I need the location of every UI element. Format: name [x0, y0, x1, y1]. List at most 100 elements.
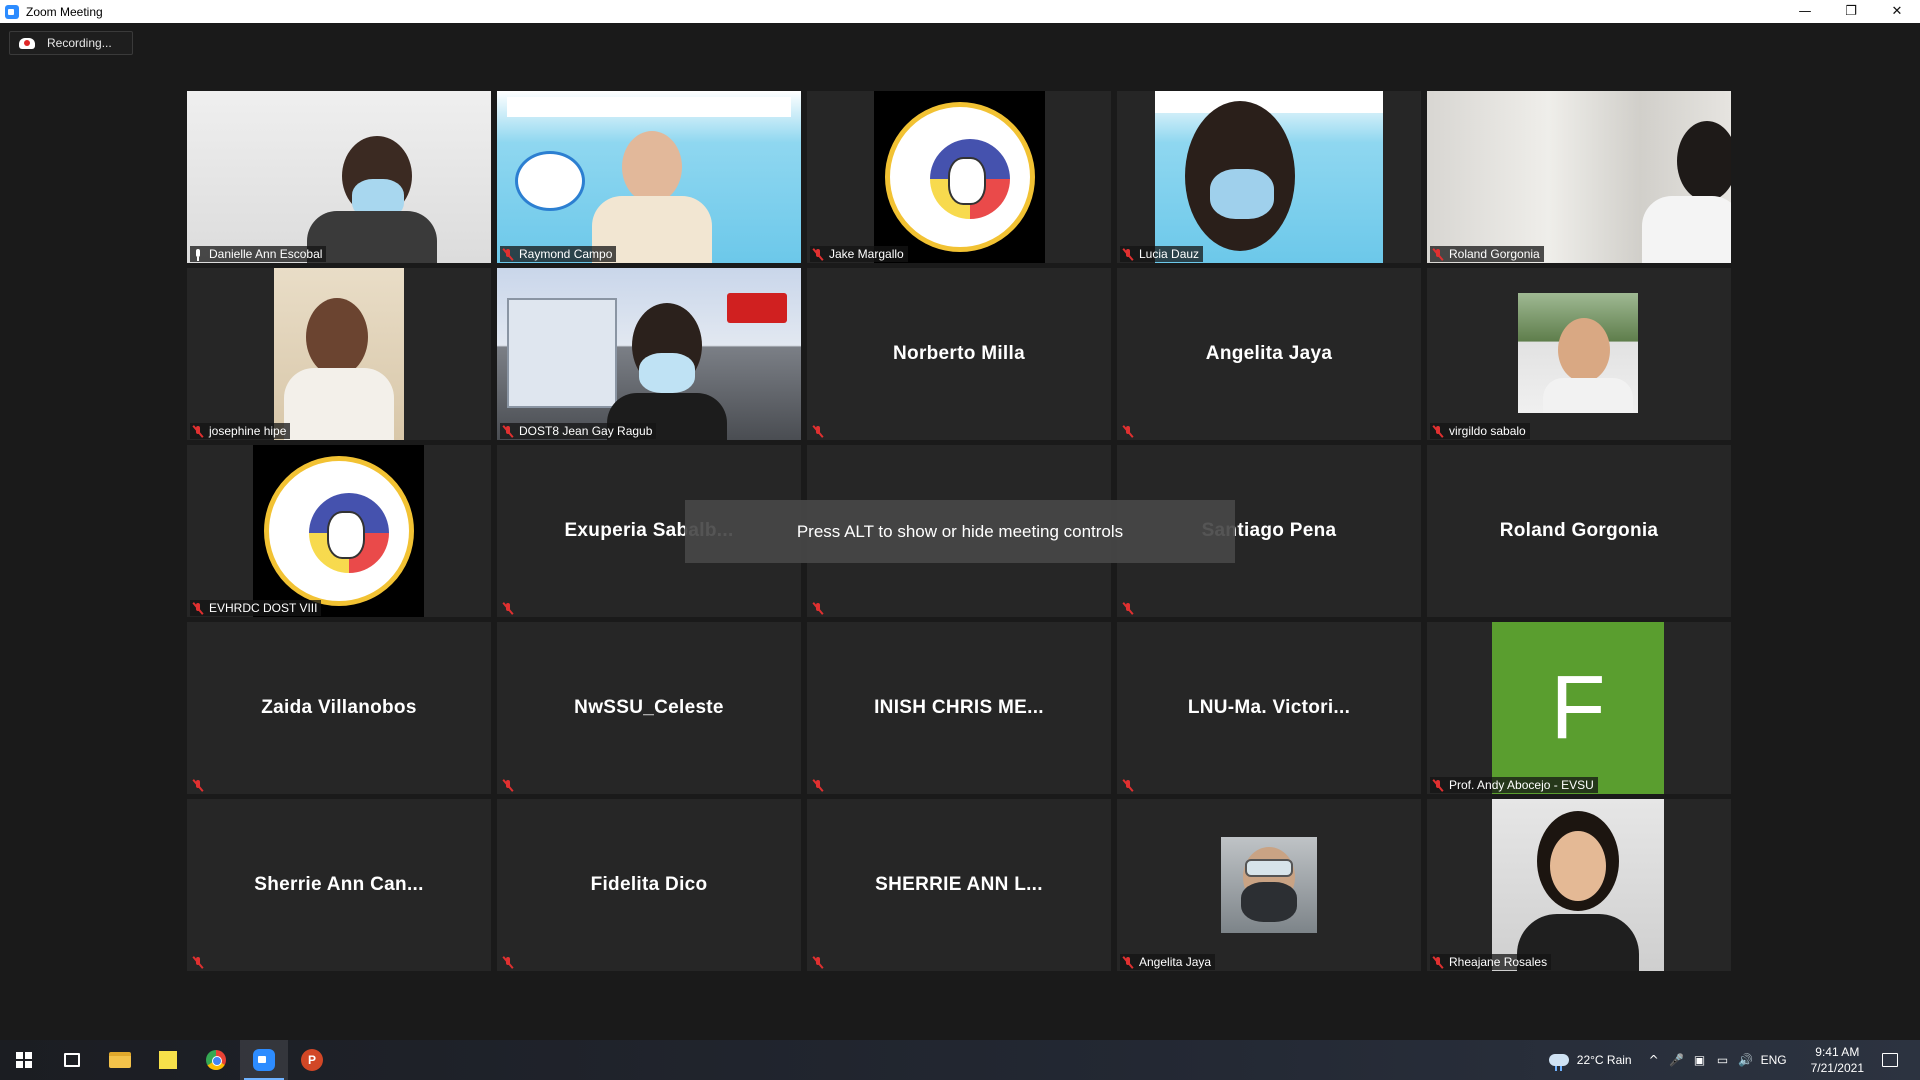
microphone-muted-icon: [192, 779, 204, 792]
sticky-notes-icon: [159, 1051, 177, 1069]
participant-tile[interactable]: Angelita Jaya: [1117, 268, 1421, 440]
participant-status: [810, 777, 833, 793]
chrome-icon: [206, 1050, 226, 1070]
microphone-muted-icon: [812, 425, 824, 438]
close-button[interactable]: ✕: [1874, 0, 1920, 23]
microphone-muted-icon: [812, 956, 824, 969]
microphone-muted-icon: [192, 602, 204, 615]
microphone-muted-icon: [1432, 425, 1444, 438]
participant-tile[interactable]: Norberto Milla: [807, 268, 1111, 440]
microphone-muted-icon: [192, 425, 204, 438]
participant-status: [810, 600, 833, 616]
participant-tile[interactable]: Rheajane Rosales: [1427, 799, 1731, 971]
participant-tile[interactable]: Lucia Dauz: [1117, 91, 1421, 263]
evhrdc-logo: [884, 102, 1035, 252]
microphone-muted-icon: [1122, 425, 1134, 438]
participant-tile[interactable]: EVHRDC DOST VIII: [187, 445, 491, 617]
participant-tile[interactable]: Roland Gorgonia: [1427, 91, 1731, 263]
participant-status: [810, 423, 833, 439]
participant-display-name: Norberto Milla: [893, 343, 1025, 364]
network-icon[interactable]: ▭: [1715, 1040, 1731, 1080]
notifications-icon[interactable]: [1882, 1053, 1898, 1067]
chrome-button[interactable]: [192, 1040, 240, 1080]
participant-video: [187, 91, 491, 263]
zoom-taskbar-button[interactable]: [240, 1040, 288, 1080]
participant-tile[interactable]: Fidelita Dico: [497, 799, 801, 971]
microphone-muted-icon: [502, 602, 514, 615]
task-view-icon: [64, 1053, 80, 1067]
participant-video: [1155, 91, 1383, 263]
participant-status: [500, 600, 523, 616]
participant-name-label: Angelita Jaya: [1120, 954, 1216, 970]
microphone-tray-icon[interactable]: 🎤: [1669, 1040, 1685, 1080]
participant-video: [1427, 91, 1731, 263]
zoom-icon: [253, 1049, 275, 1071]
minimize-button[interactable]: —: [1782, 0, 1828, 23]
window-title: Zoom Meeting: [26, 4, 103, 19]
participant-tile[interactable]: virgildo sabalo: [1427, 268, 1731, 440]
microphone-icon: [192, 248, 204, 261]
volume-icon[interactable]: 🔊: [1738, 1040, 1754, 1080]
windows-logo-icon: [16, 1052, 32, 1068]
recording-indicator[interactable]: Recording...: [9, 31, 133, 55]
rain-cloud-icon[interactable]: [1548, 1054, 1569, 1071]
participant-tile[interactable]: Raymond Campo: [497, 91, 801, 263]
participant-status: [810, 954, 833, 970]
participant-tile[interactable]: josephine hipe: [187, 268, 491, 440]
chevron-up-icon[interactable]: ^: [1646, 1040, 1662, 1080]
participant-tile[interactable]: Sherrie Ann Can...: [187, 799, 491, 971]
participant-name-label: Prof. Andy Abocejo - EVSU: [1430, 777, 1598, 793]
microphone-muted-icon: [812, 602, 824, 615]
sticky-notes-button[interactable]: [144, 1040, 192, 1080]
meeting-controls-hint: Press ALT to show or hide meeting contro…: [685, 500, 1235, 563]
participant-avatar: F: [1492, 622, 1664, 794]
participant-tile[interactable]: Angelita Jaya: [1117, 799, 1421, 971]
microphone-muted-icon: [812, 248, 824, 261]
recording-label: Recording...: [47, 36, 112, 50]
powerpoint-button[interactable]: P: [288, 1040, 336, 1080]
title-bar: Zoom Meeting — ❐ ✕: [0, 0, 1920, 23]
start-button[interactable]: [0, 1040, 48, 1080]
participant-tile[interactable]: Roland Gorgonia: [1427, 445, 1731, 617]
participant-tile[interactable]: NwSSU_Celeste: [497, 622, 801, 794]
restore-button[interactable]: ❐: [1828, 0, 1874, 23]
participant-tile[interactable]: Danielle Ann Escobal: [187, 91, 491, 263]
participant-status: [190, 777, 213, 793]
participant-tile[interactable]: LNU-Ma. Victori...: [1117, 622, 1421, 794]
security-icon[interactable]: ▣: [1692, 1040, 1708, 1080]
powerpoint-icon: P: [301, 1049, 323, 1071]
microphone-muted-icon: [502, 248, 514, 261]
participant-status: [500, 777, 523, 793]
participant-name-label: Danielle Ann Escobal: [190, 246, 327, 262]
participant-status: [1120, 423, 1143, 439]
language-indicator[interactable]: ENG: [1761, 1053, 1787, 1067]
task-view-button[interactable]: [48, 1040, 96, 1080]
file-explorer-button[interactable]: [96, 1040, 144, 1080]
participant-logo: [253, 445, 424, 617]
weather-label[interactable]: 22°C Rain: [1577, 1053, 1632, 1067]
participant-display-name: SHERRIE ANN L...: [875, 874, 1043, 895]
clock[interactable]: 9:41 AM 7/21/2021: [1811, 1044, 1864, 1076]
folder-icon: [109, 1052, 131, 1068]
microphone-muted-icon: [1122, 248, 1134, 261]
zoom-app-icon: [5, 4, 19, 19]
participant-display-name: NwSSU_Celeste: [574, 697, 724, 718]
participant-tile[interactable]: F Prof. Andy Abocejo - EVSU: [1427, 622, 1731, 794]
microphone-muted-icon: [1122, 956, 1134, 969]
microphone-muted-icon: [502, 425, 514, 438]
participant-name-label: DOST8 Jean Gay Ragub: [500, 423, 657, 439]
microphone-muted-icon: [502, 779, 514, 792]
participant-status: [1120, 600, 1143, 616]
clock-time: 9:41 AM: [1815, 1045, 1860, 1059]
system-tray: 22°C Rain ^ 🎤 ▣ ▭ 🔊 ENG 9:41 AM 7/21/202…: [1548, 1040, 1920, 1080]
participant-tile[interactable]: Zaida Villanobos: [187, 622, 491, 794]
participant-name-label: Jake Margallo: [810, 246, 908, 262]
participant-display-name: INISH CHRIS ME...: [874, 697, 1044, 718]
participant-tile[interactable]: INISH CHRIS ME...: [807, 622, 1111, 794]
participant-tile[interactable]: SHERRIE ANN L...: [807, 799, 1111, 971]
participant-tile[interactable]: Jake Margallo: [807, 91, 1111, 263]
microphone-muted-icon: [1122, 779, 1134, 792]
microphone-muted-icon: [502, 956, 514, 969]
participant-display-name: Roland Gorgonia: [1499, 520, 1659, 541]
participant-tile[interactable]: DOST8 Jean Gay Ragub: [497, 268, 801, 440]
